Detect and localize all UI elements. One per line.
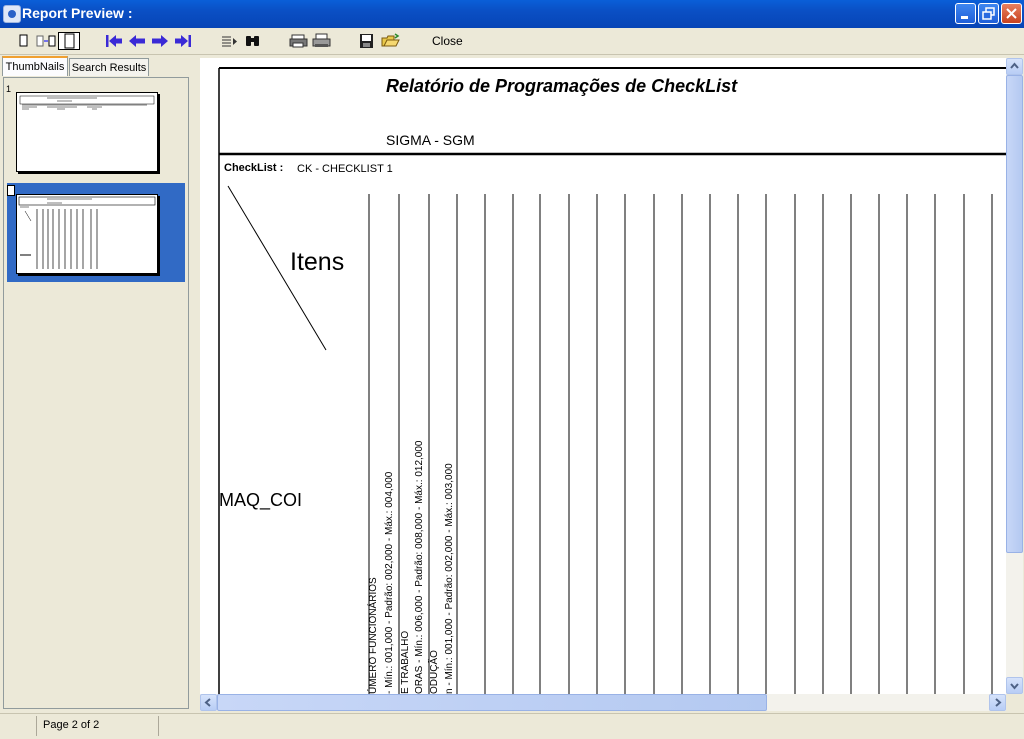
horizontal-scroll-thumb[interactable] (217, 694, 767, 711)
goto-page-icon[interactable] (220, 32, 238, 50)
report-subtitle: SIGMA - SGM (386, 132, 475, 148)
thumbnail-list[interactable]: 1 (3, 77, 189, 709)
close-button[interactable]: Close (432, 34, 463, 48)
report-title: Relatório de Programações de CheckList (386, 76, 738, 96)
checklist-label: CheckList : (224, 162, 284, 174)
column-1-name: ÚMERO FUNCIONÁRIOS (368, 577, 379, 694)
close-window-button[interactable] (1001, 3, 1022, 24)
thumbnail-page-1[interactable] (16, 92, 158, 172)
vertical-scroll-thumb[interactable] (1006, 75, 1023, 553)
thumbnail-page-2[interactable] (16, 194, 158, 274)
items-header: Itens (290, 248, 345, 276)
column-3-limits: n - Mín.: 001,000 - Padrão: 002,000 - Má… (444, 463, 455, 694)
first-page-icon[interactable] (105, 32, 123, 50)
print-icon[interactable] (312, 32, 332, 50)
tab-search-results[interactable]: Search Results (69, 58, 149, 76)
app-icon[interactable] (3, 5, 21, 23)
report-lines (218, 67, 1006, 694)
status-divider (36, 716, 37, 736)
thumbnail-panel: ThumbNails Search Results 1 (0, 56, 193, 712)
two-page-icon[interactable] (36, 32, 56, 50)
single-page-icon[interactable] (16, 32, 32, 50)
find-icon[interactable] (244, 32, 262, 50)
print-setup-icon[interactable] (289, 32, 309, 50)
thumbnail-number-box (7, 185, 15, 196)
column-1-limits: - Mín.: 001,000 - Padrão: 002,000 - Máx.… (384, 471, 395, 694)
last-page-icon[interactable] (174, 32, 192, 50)
whole-page-icon[interactable] (58, 32, 80, 50)
report-page[interactable]: Relatório de Programações de CheckList S… (200, 58, 1006, 694)
thumbnail-number: 1 (6, 84, 12, 94)
machine-label: MAQ_COI (219, 490, 303, 510)
horizontal-scrollbar[interactable] (200, 694, 1006, 711)
vertical-scrollbar[interactable] (1006, 58, 1023, 694)
toolbar: Close (0, 28, 1024, 55)
status-divider (158, 716, 159, 736)
window-title: Report Preview : (22, 5, 133, 21)
scroll-right-button[interactable] (989, 694, 1006, 711)
next-page-icon[interactable] (151, 32, 169, 50)
scroll-up-button[interactable] (1006, 58, 1023, 75)
save-icon[interactable] (358, 32, 376, 50)
scroll-down-button[interactable] (1006, 677, 1023, 694)
status-bar: Page 2 of 2 (0, 713, 1024, 739)
title-bar: Report Preview : (0, 0, 1024, 28)
checklist-value: CK - CHECKLIST 1 (297, 163, 393, 175)
open-icon[interactable] (381, 32, 401, 50)
column-2-limits: ORAS - Mín.: 006,000 - Padrão: 008,000 -… (414, 440, 425, 694)
column-3-name: ODUÇÃO (429, 650, 440, 694)
column-2-name: E TRABALHO (400, 630, 411, 694)
restore-button[interactable] (978, 3, 999, 24)
tab-thumbnails[interactable]: ThumbNails (2, 56, 68, 76)
page-info: Page 2 of 2 (43, 719, 100, 731)
close-button-label: Close (432, 34, 463, 48)
prev-page-icon[interactable] (128, 32, 146, 50)
minimize-button[interactable] (955, 3, 976, 24)
scroll-left-button[interactable] (200, 694, 217, 711)
